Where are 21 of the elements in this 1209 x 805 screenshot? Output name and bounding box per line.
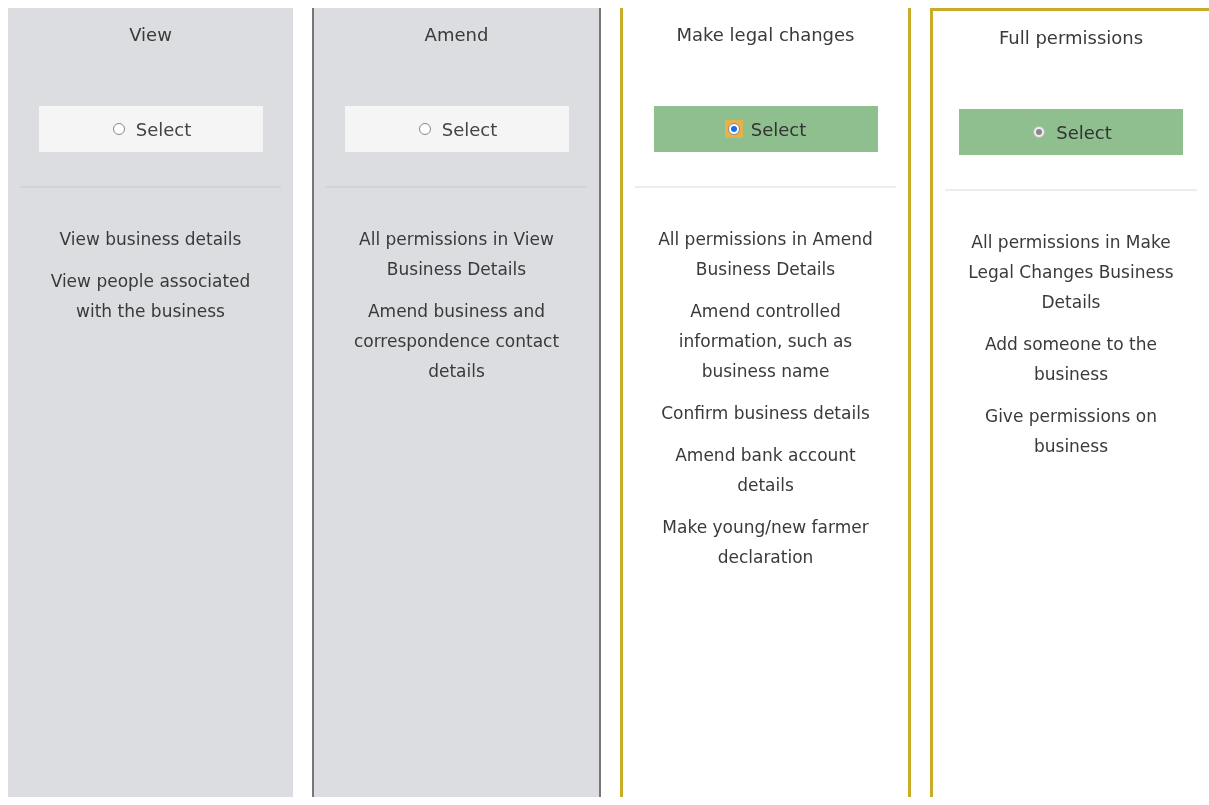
select-button[interactable]: Select xyxy=(38,106,263,152)
permission-text: Make young/new farmer declaration xyxy=(661,516,870,569)
card-title: Amend xyxy=(424,24,489,47)
permission-text: View business details xyxy=(59,228,242,251)
card-title: View xyxy=(129,24,172,47)
permission-text: Confirm business details xyxy=(661,402,870,425)
permission-text: Amend business and correspondence contact details xyxy=(352,300,561,383)
select-button[interactable]: Select xyxy=(653,106,878,152)
radio-button[interactable] xyxy=(112,123,125,135)
select-button[interactable]: Select xyxy=(344,106,569,152)
permission-text: All permissions in Make Legal Changes Business Details xyxy=(967,231,1175,314)
permission-text: Give permissions on business xyxy=(983,405,1159,458)
permission-text: Amend bank account details xyxy=(674,444,857,497)
radio-button[interactable] xyxy=(418,123,431,135)
permission-text: Add someone to the business xyxy=(984,333,1158,386)
permission-text: View people associated with the business xyxy=(49,270,252,323)
card-title: Make legal changes xyxy=(676,24,855,47)
card-title: Full permissions xyxy=(998,27,1144,50)
permission-text: Amend controlled information, such as business name xyxy=(677,300,854,383)
permission-text: All permissions in View Business Details xyxy=(358,228,555,281)
permission-text: All permissions in Amend Business Details xyxy=(657,228,874,281)
